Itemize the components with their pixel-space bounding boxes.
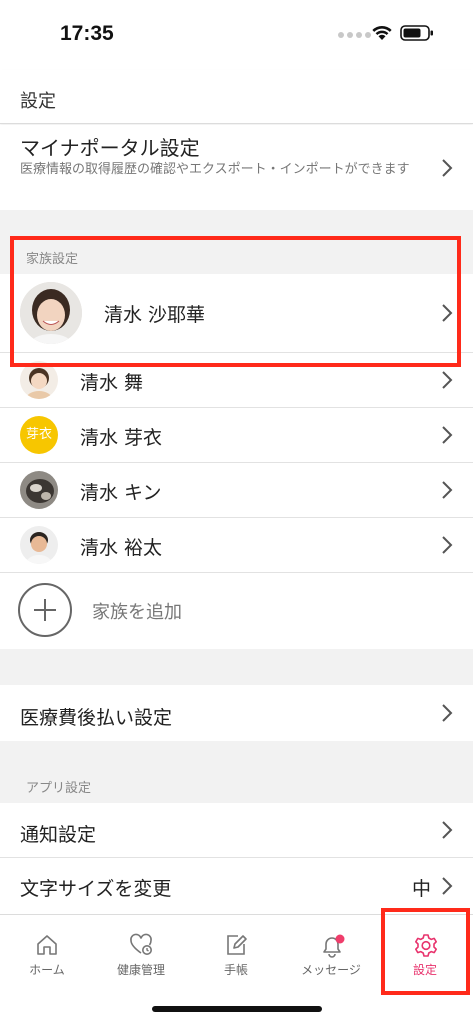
- family-member-row[interactable]: [0, 518, 473, 572]
- family-settings-highlight: [10, 236, 461, 367]
- myna-portal-description: 医療情報の取得履歴の確認やエクスポート・インポートができます: [20, 162, 410, 177]
- tab-home[interactable]: ホーム: [0, 915, 94, 985]
- app-settings-section-label: アプリ設定: [26, 781, 92, 796]
- status-bar: 17:35: [0, 0, 473, 70]
- chevron-right-icon: [442, 821, 453, 839]
- avatar: [20, 526, 58, 564]
- tab-health-label: 健康管理: [116, 963, 165, 977]
- wifi-icon: [372, 25, 392, 40]
- chevron-right-icon: [442, 371, 453, 389]
- family-member-name: 清水 舞: [80, 372, 144, 394]
- notification-settings-label: 通知設定: [20, 824, 97, 846]
- tab-notebook-label: 手帳: [223, 963, 248, 977]
- notebook-edit-icon: [227, 935, 247, 955]
- chevron-right-icon: [442, 481, 453, 499]
- chevron-right-icon: [442, 536, 453, 554]
- page-title: 設定: [20, 91, 56, 112]
- font-size-label: 文字サイズを変更: [20, 878, 172, 900]
- family-member-row[interactable]: [0, 463, 473, 517]
- tab-notebook[interactable]: 手帳: [189, 915, 283, 985]
- add-icon[interactable]: [18, 583, 72, 637]
- family-member-name: 清水 キン: [80, 482, 162, 504]
- family-member-name: 清水 芽衣: [80, 427, 163, 449]
- chevron-right-icon: [442, 426, 453, 444]
- home-icon: [37, 935, 57, 955]
- tab-health[interactable]: 健康管理: [94, 915, 188, 985]
- section-gap: [0, 649, 473, 685]
- tab-home-label: ホーム: [29, 963, 65, 977]
- settings-tab-highlight: [381, 908, 470, 995]
- cellular-signal-icon: [338, 32, 371, 38]
- bell-icon: [323, 934, 345, 958]
- avatar: [20, 471, 58, 509]
- section-gap: [0, 210, 473, 238]
- tab-messages[interactable]: メッセージ: [284, 915, 378, 985]
- chevron-right-icon: [442, 704, 453, 722]
- chevron-right-icon: [442, 158, 453, 177]
- status-time: 17:35: [60, 22, 114, 45]
- family-member-row[interactable]: [0, 408, 473, 462]
- health-icon: [130, 933, 152, 955]
- myna-portal-title: マイナポータル設定: [20, 136, 200, 160]
- navigation-bar: 設定: [0, 70, 473, 124]
- avatar: 芽衣: [20, 416, 58, 454]
- deferred-payment-label: 医療費後払い設定: [20, 707, 173, 729]
- home-indicator: [152, 1006, 322, 1012]
- battery-icon: [400, 25, 433, 41]
- chevron-right-icon: [442, 877, 453, 895]
- tab-messages-label: メッセージ: [301, 963, 361, 977]
- add-family-label: 家族を追加: [92, 602, 182, 623]
- family-member-name: 清水 裕太: [80, 537, 163, 559]
- font-size-value: 中: [411, 878, 431, 900]
